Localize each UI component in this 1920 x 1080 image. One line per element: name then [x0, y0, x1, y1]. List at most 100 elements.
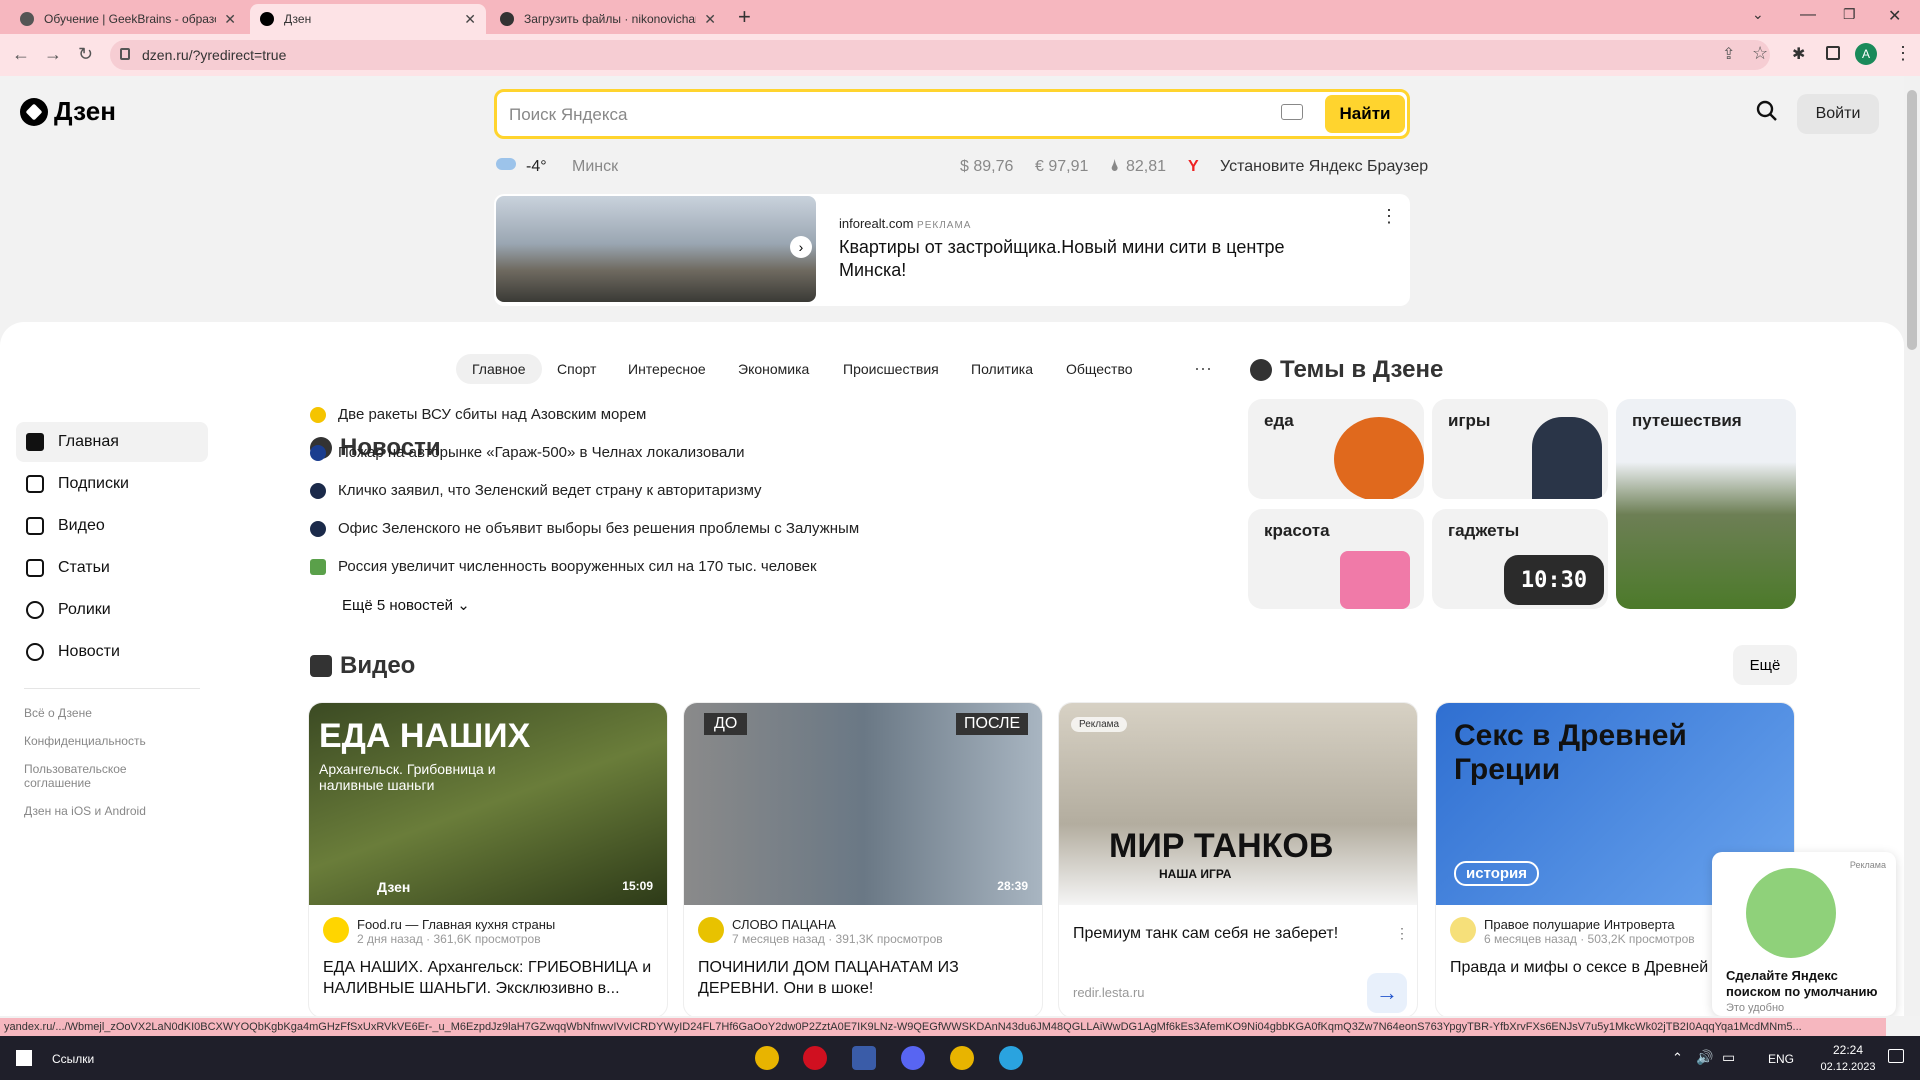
keyboard-icon[interactable]	[1281, 104, 1303, 120]
discord-icon[interactable]	[901, 1046, 925, 1070]
minimize-icon[interactable]: —	[1800, 6, 1816, 24]
opera-icon[interactable]	[803, 1046, 827, 1070]
login-button[interactable]: Войти	[1797, 94, 1879, 134]
news-tab-economy[interactable]: Экономика	[722, 354, 825, 384]
news-tab-interesting[interactable]: Интересное	[612, 354, 722, 384]
tray-chevron-icon[interactable]: ⌃	[1672, 1050, 1683, 1066]
video-title: Видео	[340, 652, 416, 679]
news-item[interactable]: Кличко заявил, что Зеленский ведет стран…	[310, 482, 762, 499]
clock-time[interactable]: 22:24	[1818, 1043, 1878, 1057]
ad-video-card[interactable]: Реклама МИР ТАНКОВ НАША ИГРА Премиум тан…	[1058, 702, 1418, 1016]
eur-rate[interactable]: € 97,91	[1035, 158, 1088, 176]
news-item[interactable]: Две ракеты ВСУ сбиты над Азовским морем	[310, 406, 646, 423]
theme-card-beauty[interactable]: красота	[1248, 509, 1424, 609]
new-tab-icon[interactable]: +	[738, 4, 751, 30]
theme-card-food[interactable]: еда	[1248, 399, 1424, 499]
channel-info[interactable]: Правое полушарие Интроверта 6 месяцев наз…	[1450, 917, 1695, 946]
video-more-button[interactable]: Ещё	[1733, 645, 1797, 685]
address-bar[interactable]: dzen.ru/?yredirect=true	[110, 40, 1770, 70]
carousel-next-icon[interactable]: ›	[790, 236, 812, 258]
weather-temp[interactable]: -4°	[526, 158, 547, 176]
theme-card-games[interactable]: игры	[1432, 399, 1608, 499]
sidebar-item-clips[interactable]: Ролики	[16, 590, 208, 630]
default-search-popup[interactable]: Реклама Сделайте Яндекс поиском по умолч…	[1712, 852, 1896, 1016]
news-tab-politics[interactable]: Политика	[955, 354, 1049, 384]
news-tab-society[interactable]: Общество	[1050, 354, 1149, 384]
video-card[interactable]: ЕДА НАШИХ Архангельск. Грибовница и нали…	[308, 702, 668, 1016]
save-app-icon[interactable]	[852, 1046, 876, 1070]
theme-label: еда	[1264, 411, 1294, 430]
news-item[interactable]: Россия увеличит численность вооруженных …	[310, 558, 817, 575]
forward-icon[interactable]: →	[44, 44, 62, 65]
usd-rate[interactable]: $ 89,76	[960, 158, 1013, 176]
footer-link-about[interactable]: Всё о Дзене	[24, 706, 174, 720]
sidepanel-icon[interactable]	[1826, 46, 1840, 60]
close-tab-icon[interactable]: ✕	[464, 11, 476, 28]
network-icon[interactable]: ▭	[1722, 1049, 1735, 1066]
video-heading[interactable]: Видео	[310, 652, 415, 680]
windows-start-icon[interactable]	[16, 1050, 32, 1066]
tab-search-chevron-icon[interactable]: ⌄	[1752, 6, 1764, 23]
chrome-active-icon[interactable]	[950, 1046, 974, 1070]
footer-link-apps[interactable]: Дзен на iOS и Android	[24, 804, 174, 818]
search-button[interactable]: Найти	[1325, 95, 1405, 133]
search-input[interactable]	[509, 102, 1229, 128]
notifications-icon[interactable]	[1888, 1049, 1904, 1063]
close-window-icon[interactable]: ✕	[1888, 6, 1901, 26]
taskbar-links[interactable]: Ссылки	[52, 1052, 94, 1066]
ad-card-menu-icon[interactable]: ⋮	[1395, 925, 1409, 942]
search-box: Найти	[494, 89, 1410, 139]
ad-menu-icon[interactable]: ⋮	[1380, 206, 1398, 227]
video-card[interactable]: ДО ПОСЛЕ 28:39 СЛОВО ПАЦАНА 7 месяцев наз…	[683, 702, 1043, 1016]
news-tabs-more-icon[interactable]: ···	[1194, 358, 1212, 379]
search-icon[interactable]	[1756, 100, 1778, 122]
more-news-button[interactable]: Ещё 5 новостей ⌄	[342, 596, 470, 614]
themes-heading[interactable]: Темы в Дзене	[1250, 356, 1443, 384]
browser-tab[interactable]: Обучение | GeekBrains - образо ✕	[10, 4, 246, 34]
channel-info[interactable]: Food.ru — Главная кухня страны 2 дня наза…	[323, 917, 555, 946]
news-item[interactable]: Офис Зеленского не объявит выборы без ре…	[310, 520, 859, 537]
ad-banner[interactable]: › inforealt.com РЕКЛАМА Квартиры от заст…	[494, 194, 1410, 306]
ad-arrow-button[interactable]: →	[1367, 973, 1407, 1013]
theme-card-travel[interactable]: путешествия	[1616, 399, 1796, 609]
footer-link-terms[interactable]: Пользовательское соглашение	[24, 762, 174, 790]
clock-date[interactable]: 02.12.2023	[1810, 1061, 1886, 1073]
browser-tab[interactable]: Загрузить файлы · nikonovichar ✕	[490, 4, 726, 34]
oil-price[interactable]: 82,81	[1126, 158, 1166, 176]
news-tab-sport[interactable]: Спорт	[541, 354, 612, 384]
browser-tab-active[interactable]: Дзен ✕	[250, 4, 486, 34]
back-icon[interactable]: ←	[12, 44, 30, 65]
sidebar-item-video[interactable]: Видео	[16, 506, 208, 546]
dzen-logo[interactable]: Дзен	[20, 96, 116, 127]
sidebar-item-subscriptions[interactable]: Подписки	[16, 464, 208, 504]
footer-link-privacy[interactable]: Конфиденциальность	[24, 734, 174, 748]
sidebar-divider	[24, 688, 200, 689]
city-label[interactable]: Минск	[572, 158, 618, 176]
theme-card-gadgets[interactable]: гаджеты 10:30	[1432, 509, 1608, 609]
lock-icon[interactable]	[120, 48, 130, 60]
news-tab-incidents[interactable]: Происшествия	[827, 354, 955, 384]
tab-title: Дзен	[284, 12, 312, 26]
sidebar-item-label: Главная	[58, 433, 119, 450]
channel-info[interactable]: СЛОВО ПАЦАНА 7 месяцев назад · 391,3K про…	[698, 917, 943, 946]
profile-avatar[interactable]: A	[1855, 43, 1877, 65]
sidebar-item-articles[interactable]: Статьи	[16, 548, 208, 588]
reload-icon[interactable]: ↻	[78, 44, 93, 65]
volume-icon[interactable]: 🔊	[1696, 1049, 1713, 1066]
bookmark-star-icon[interactable]: ☆	[1752, 43, 1768, 64]
sidebar-item-news[interactable]: Новости	[16, 632, 208, 672]
extensions-icon[interactable]: ✱	[1792, 44, 1805, 64]
news-item[interactable]: Пожар на авторынке «Гараж-500» в Челнах …	[310, 444, 745, 461]
chrome-icon[interactable]	[755, 1046, 779, 1070]
menu-kebab-icon[interactable]: ⋮	[1894, 43, 1912, 64]
close-tab-icon[interactable]: ✕	[224, 11, 236, 28]
browser-promo-link[interactable]: Установите Яндекс Браузер	[1220, 158, 1428, 176]
share-icon[interactable]: ⇪	[1722, 44, 1735, 64]
telegram-icon[interactable]	[999, 1046, 1023, 1070]
sidebar-item-home[interactable]: Главная	[16, 422, 208, 462]
news-tab-main[interactable]: Главное	[456, 354, 542, 384]
scrollbar-thumb[interactable]	[1907, 90, 1917, 350]
close-tab-icon[interactable]: ✕	[704, 11, 716, 28]
maximize-icon[interactable]: ❐	[1843, 6, 1856, 23]
language-indicator[interactable]: ENG	[1768, 1052, 1794, 1066]
